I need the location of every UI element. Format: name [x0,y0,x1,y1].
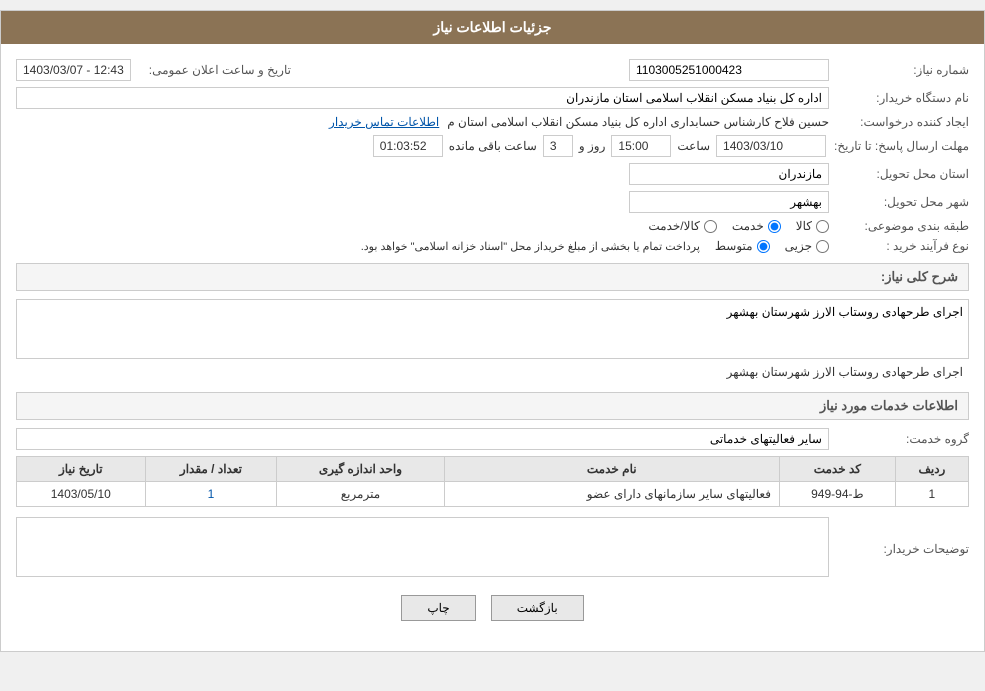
category-khedmat-label: خدمت [732,219,764,233]
send-days-value: 3 [543,135,573,157]
send-date-value: 1403/03/10 [716,135,826,157]
process-radio-jozi-input[interactable] [816,240,829,253]
province-row: استان محل تحویل: [16,163,969,185]
category-radio-kala-input[interactable] [816,220,829,233]
process-radio-mota[interactable]: متوسط [715,239,770,253]
creator-value: حسین فلاح کارشناس حسابداری اداره کل بنیا… [447,115,829,129]
creator-link[interactable]: اطلاعات تماس خریدار [329,115,439,129]
announce-label: تاریخ و ساعت اعلان عمومی: [141,63,291,77]
description-area: اجرای طرحهادی روستاب الارز شهرستان بهشهر [16,299,969,382]
description-value: اجرای طرحهادی روستاب الارز شهرستان بهشهر [16,362,969,382]
creator-row: ایجاد کننده درخواست: حسین فلاح کارشناس ح… [16,115,969,129]
creator-label: ایجاد کننده درخواست: [829,115,969,129]
province-input[interactable] [629,163,829,185]
province-label: استان محل تحویل: [829,167,969,181]
send-days-label: روز و [579,139,606,153]
process-mota-label: متوسط [715,239,753,253]
col-unit: واحد اندازه گیری [277,457,444,482]
send-time-label: ساعت [677,139,710,153]
col-name: نام خدمت [444,457,779,482]
group-service-label: گروه خدمت: [829,432,969,446]
col-qty: تعداد / مقدار [145,457,277,482]
send-date-label: مهلت ارسال پاسخ: تا تاریخ: [826,139,969,153]
send-remaining-value: 01:03:52 [373,135,443,157]
process-radio-mota-input[interactable] [757,240,770,253]
category-label: طبقه بندی موضوعی: [829,219,969,233]
cell-name: فعالیتهای سایر سازمانهای دارای عضو [444,482,779,507]
back-button[interactable]: بازگشت [491,595,584,621]
page-header: جزئیات اطلاعات نیاز [1,11,984,44]
process-radio-jozi[interactable]: جزیی [785,239,829,253]
cell-date: 1403/05/10 [17,482,146,507]
services-title: اطلاعات خدمات مورد نیاز [820,398,958,413]
buyer-notes-textarea[interactable] [16,517,829,577]
description-section-title: شرح کلی نیاز: [16,263,969,291]
need-number-row: شماره نیاز: تاریخ و ساعت اعلان عمومی: 14… [16,59,969,81]
category-radio-khedmat-input[interactable] [768,220,781,233]
cell-code: ط-94-949 [779,482,895,507]
cell-row: 1 [895,482,968,507]
category-kala-label: کالا [796,219,812,233]
group-service-input[interactable] [16,428,829,450]
process-jozi-label: جزیی [785,239,812,253]
page-title: جزئیات اطلاعات نیاز [433,19,551,35]
category-both-label: کالا/خدمت [648,219,699,233]
send-date-row: مهلت ارسال پاسخ: تا تاریخ: 1403/03/10 سا… [16,135,969,157]
col-code: کد خدمت [779,457,895,482]
description-textarea[interactable] [16,299,969,359]
process-label: نوع فرآیند خرید : [829,239,969,253]
group-service-row: گروه خدمت: [16,428,969,450]
services-table: ردیف کد خدمت نام خدمت واحد اندازه گیری ت… [16,456,969,507]
buyer-notes-label: توضیحات خریدار: [829,542,969,556]
col-row: ردیف [895,457,968,482]
process-row: نوع فرآیند خرید : جزیی متوسط پرداخت تمام… [16,239,969,253]
need-number-input[interactable] [629,59,829,81]
city-row: شهر محل تحویل: [16,191,969,213]
announce-value: 1403/03/07 - 12:43 [16,59,131,81]
send-remaining-label: ساعت باقی مانده [449,139,537,153]
category-radio-both-input[interactable] [704,220,717,233]
category-radio-both[interactable]: کالا/خدمت [648,219,716,233]
cell-unit: مترمربع [277,482,444,507]
buyer-org-input[interactable] [16,87,829,109]
buyer-notes-row: توضیحات خریدار: [16,517,969,580]
city-input[interactable] [629,191,829,213]
buyer-org-label: نام دستگاه خریدار: [829,91,969,105]
table-row: 1 ط-94-949 فعالیتهای سایر سازمانهای دارا… [17,482,969,507]
send-time-value: 15:00 [611,135,671,157]
buyer-org-row: نام دستگاه خریدار: [16,87,969,109]
buttons-row: بازگشت چاپ [16,595,969,636]
col-date: تاریخ نیاز [17,457,146,482]
need-number-label: شماره نیاز: [829,63,969,77]
city-label: شهر محل تحویل: [829,195,969,209]
description-label: شرح کلی نیاز: [881,269,958,284]
category-radio-khedmat[interactable]: خدمت [732,219,781,233]
services-section-title: اطلاعات خدمات مورد نیاز [16,392,969,420]
print-button[interactable]: چاپ [401,595,475,621]
category-row: طبقه بندی موضوعی: کالا خدمت کالا/خدمت [16,219,969,233]
process-note: پرداخت تمام یا بخشی از مبلغ خریداز محل "… [361,240,700,253]
category-radio-kala[interactable]: کالا [796,219,829,233]
cell-qty: 1 [145,482,277,507]
